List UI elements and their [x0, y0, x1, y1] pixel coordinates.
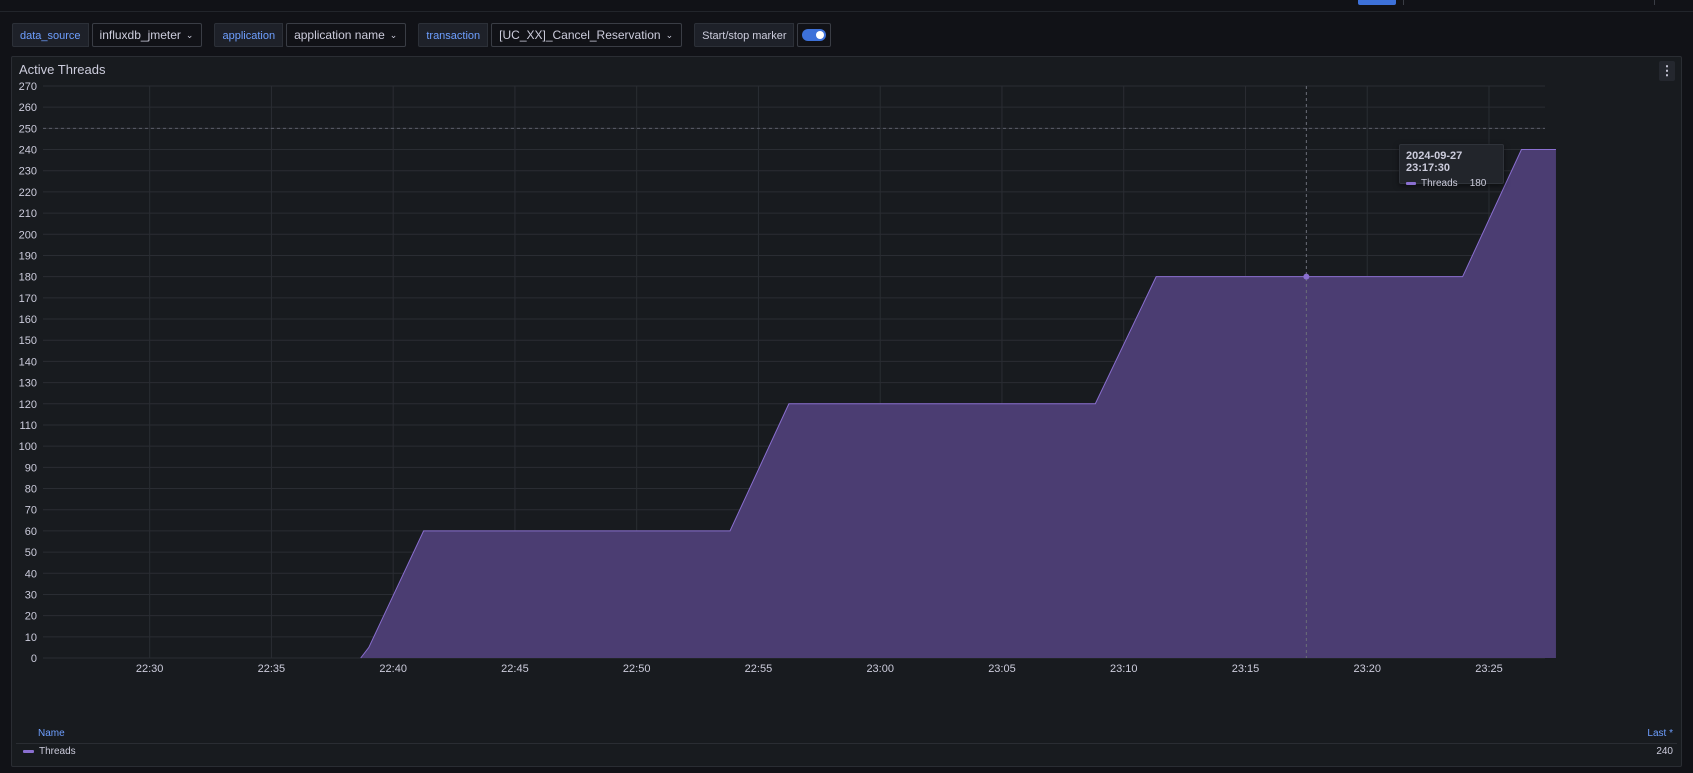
y-tick-label: 200: [19, 229, 37, 241]
x-tick-label: 23:05: [988, 663, 1016, 675]
start-stop-marker-toggle[interactable]: [797, 23, 832, 47]
y-tick-label: 120: [19, 399, 37, 411]
x-tick-label: 23:15: [1232, 663, 1260, 675]
y-tick-label: 240: [19, 145, 37, 157]
toolbar-divider: [1403, 0, 1404, 5]
x-tick-label: 23:00: [866, 663, 894, 675]
y-tick-label: 110: [19, 420, 37, 432]
application-value: application name: [294, 28, 385, 42]
y-tick-label: 150: [19, 335, 37, 347]
y-tick-label: 10: [25, 632, 37, 644]
x-tick-label: 23:10: [1110, 663, 1138, 675]
x-tick-label: 22:45: [501, 663, 529, 675]
y-tick-label: 130: [19, 378, 37, 390]
chevron-down-icon: ⌄: [185, 30, 194, 40]
y-tick-label: 260: [19, 102, 37, 114]
series-swatch-icon: [1406, 182, 1416, 185]
top-toolbar-strip: [0, 0, 1693, 12]
y-tick-label: 220: [19, 187, 37, 199]
y-tick-label: 40: [25, 568, 37, 580]
y-tick-label: 180: [19, 272, 37, 284]
y-tick-label: 70: [25, 505, 37, 517]
data-source-value: influxdb_jmeter: [99, 28, 181, 42]
legend-item-threads[interactable]: Threads: [23, 746, 76, 757]
variable-label-transaction: transaction: [418, 23, 489, 47]
y-tick-label: 210: [19, 208, 37, 220]
active-threads-panel: Active Threads ⋮ 0 10 20 30 40 50 60 70 80 90 100 1…: [11, 56, 1682, 767]
x-tick-label: 23:20: [1353, 663, 1381, 675]
x-tick-label: 22:35: [258, 663, 286, 675]
variables-bar: data_source influxdb_jmeter ⌄ applicatio…: [12, 23, 832, 47]
y-tick-label: 20: [25, 611, 37, 623]
legend-divider: [16, 743, 1677, 744]
tooltip-value: 180: [1469, 178, 1487, 189]
hover-point: [1303, 273, 1310, 280]
x-tick-label: 23:25: [1475, 663, 1503, 675]
transaction-select[interactable]: [UC_XX]_Cancel_Reservation ⌄: [491, 23, 683, 47]
y-tick-label: 160: [19, 314, 37, 326]
legend-series-name: Threads: [39, 746, 76, 757]
tooltip-row: Threads 180: [1406, 178, 1497, 189]
hover-tooltip: 2024-09-27 23:17:30 Threads 180: [1399, 144, 1504, 189]
application-select[interactable]: application name ⌄: [286, 23, 407, 47]
y-tick-label: 230: [19, 166, 37, 178]
y-tick-label: 170: [19, 293, 37, 305]
y-tick-label: 50: [25, 547, 37, 559]
tooltip-time: 2024-09-27 23:17:30: [1406, 150, 1463, 174]
y-tick-label: 270: [19, 81, 37, 93]
data-source-select[interactable]: influxdb_jmeter ⌄: [91, 23, 203, 47]
x-tick-label: 22:30: [136, 663, 164, 675]
y-tick-label: 140: [19, 356, 37, 368]
x-tick-label: 22:40: [379, 663, 407, 675]
y-tick-label: 80: [25, 484, 37, 496]
variable-label-data-source: data_source: [12, 23, 89, 47]
y-tick-label: 60: [25, 526, 37, 538]
y-tick-label: 250: [19, 123, 37, 135]
legend-last-value: 240: [1656, 746, 1673, 757]
toggle-track: [802, 29, 827, 41]
tooltip-series: Threads: [1421, 178, 1458, 189]
y-tick-label: 100: [19, 441, 37, 453]
transaction-value: [UC_XX]_Cancel_Reservation: [499, 28, 661, 42]
y-tick-label: 0: [31, 653, 37, 665]
start-stop-marker-label: Start/stop marker: [694, 23, 795, 47]
chevron-down-icon: ⌄: [665, 30, 674, 40]
y-tick-label: 90: [25, 462, 37, 474]
y-tick-label: 30: [25, 589, 37, 601]
active-toolbar-button[interactable]: [1358, 0, 1396, 5]
chevron-down-icon: ⌄: [389, 30, 398, 40]
x-tick-label: 22:55: [745, 663, 773, 675]
legend-name-header[interactable]: Name: [38, 728, 65, 739]
legend-last-header[interactable]: Last *: [1647, 728, 1673, 739]
x-tick-label: 22:50: [623, 663, 651, 675]
y-tick-label: 190: [19, 250, 37, 262]
series-swatch-icon: [23, 750, 34, 753]
toggle-knob: [816, 31, 825, 39]
variable-label-application: application: [214, 23, 284, 47]
toolbar-divider: [1654, 0, 1655, 5]
